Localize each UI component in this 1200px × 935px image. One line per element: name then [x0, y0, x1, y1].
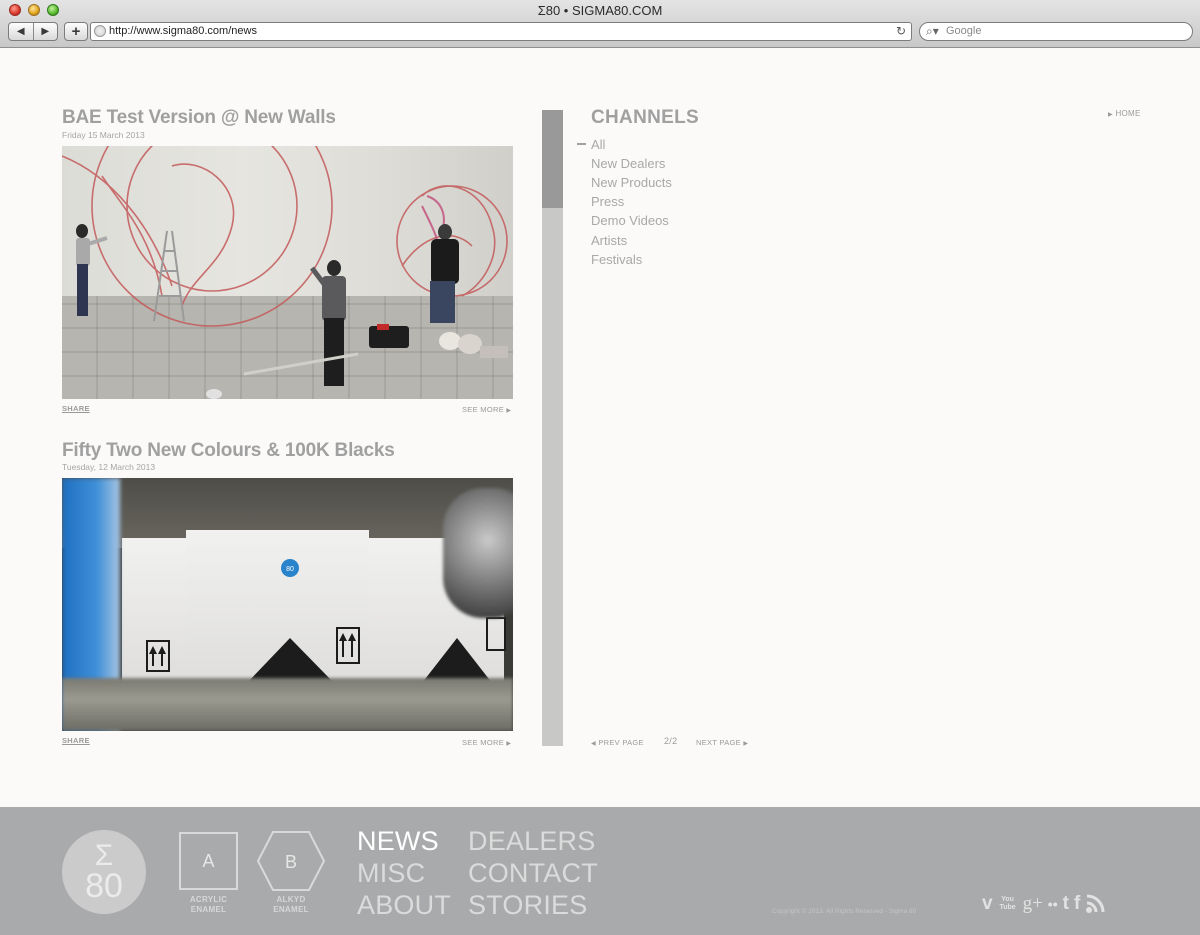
share-link[interactable]: SHARE: [62, 404, 90, 413]
vimeo-icon[interactable]: v: [982, 893, 993, 915]
back-arrow-icon[interactable]: ◀: [9, 23, 34, 40]
url-text: http://www.sigma80.com/news: [109, 25, 257, 37]
see-more-link[interactable]: SEE MORE ▶: [462, 738, 511, 747]
reload-icon[interactable]: ↻: [896, 23, 906, 40]
search-icon: ⌕▾: [926, 24, 939, 38]
copyright-text: Copyright © 2013. All Rights Reserved - …: [772, 908, 917, 915]
forward-arrow-icon[interactable]: ▶: [34, 23, 58, 40]
share-link[interactable]: SHARE: [62, 736, 90, 745]
facebook-icon[interactable]: f: [1074, 893, 1080, 915]
channel-all[interactable]: All: [591, 137, 605, 152]
channel-demo-videos[interactable]: Demo Videos: [591, 213, 669, 228]
post-title[interactable]: Fifty Two New Colours & 100K Blacks: [62, 440, 395, 462]
google-plus-icon[interactable]: g+: [1023, 893, 1043, 915]
mural-illustration: [62, 146, 508, 399]
next-page-link[interactable]: NEXT PAGE ▶: [696, 738, 748, 747]
rss-icon[interactable]: [1085, 894, 1105, 914]
nav-buttons: ◀ ▶: [8, 22, 58, 41]
channel-festivals[interactable]: Festivals: [591, 252, 642, 267]
alkyd-enamel-label[interactable]: ALKYD ENAMEL: [256, 895, 326, 915]
see-more-link[interactable]: SEE MORE ▶: [462, 405, 511, 414]
active-channel-dash: [577, 143, 586, 145]
youtube-icon[interactable]: You Tube: [998, 896, 1018, 912]
svg-text:80: 80: [286, 566, 294, 573]
footer-nav-contact[interactable]: CONTACT: [468, 858, 598, 889]
alkyd-enamel-badge[interactable]: B: [256, 830, 326, 892]
post-image-mural[interactable]: [62, 146, 513, 399]
alkyd-letter: B: [285, 852, 297, 872]
flickr-icon[interactable]: ••: [1048, 896, 1058, 912]
acrylic-enamel-label[interactable]: ACRYLIC ENAMEL: [179, 895, 238, 915]
post-date: Friday 15 March 2013: [62, 130, 145, 140]
page-indicator: 2/2: [664, 736, 678, 746]
add-bookmark-button[interactable]: +: [64, 22, 88, 41]
scrollbar-thumb[interactable]: [542, 110, 563, 208]
channel-new-dealers[interactable]: New Dealers: [591, 156, 665, 171]
post-date: Tuesday, 12 March 2013: [62, 462, 156, 472]
window-title: Σ80 • SIGMA80.COM: [537, 3, 663, 18]
caret-left-icon: ◀: [591, 741, 596, 747]
prev-page-link[interactable]: ◀ PREV PAGE: [591, 738, 644, 747]
post-image-boxes[interactable]: 80: [62, 478, 513, 731]
caret-right-icon: ▶: [506, 408, 512, 414]
home-link[interactable]: ▶ HOME: [1108, 109, 1141, 118]
footer-nav-dealers[interactable]: DEALERS: [468, 826, 595, 857]
footer-nav-misc[interactable]: MISC: [357, 858, 425, 889]
search-input[interactable]: ⌕▾ Google: [919, 22, 1193, 41]
channel-press[interactable]: Press: [591, 194, 624, 209]
footer-nav-news[interactable]: NEWS: [357, 826, 439, 857]
channel-artists[interactable]: Artists: [591, 233, 627, 248]
channels-heading: CHANNELS: [591, 107, 699, 128]
browser-chrome: Σ80 • SIGMA80.COM ◀ ▶ + http://www.sigma…: [0, 0, 1200, 48]
caret-right-icon: ▶: [1108, 112, 1113, 118]
caret-right-icon: ▶: [743, 741, 749, 747]
post-title[interactable]: BAE Test Version @ New Walls: [62, 107, 336, 129]
footer-nav-stories[interactable]: STORIES: [468, 890, 587, 921]
social-links: v You Tube g+ •• t f: [982, 893, 1105, 915]
site-globe-icon: [94, 25, 106, 37]
tumblr-icon[interactable]: t: [1063, 893, 1069, 915]
address-bar[interactable]: http://www.sigma80.com/news ↻: [90, 22, 912, 41]
acrylic-enamel-badge[interactable]: A: [179, 832, 238, 890]
sigma80-logo[interactable]: Σ 80: [62, 830, 146, 914]
channel-new-products[interactable]: New Products: [591, 175, 672, 190]
search-placeholder: Google: [946, 25, 982, 37]
caret-right-icon: ▶: [506, 741, 512, 747]
footer-nav-about[interactable]: ABOUT: [357, 890, 451, 921]
